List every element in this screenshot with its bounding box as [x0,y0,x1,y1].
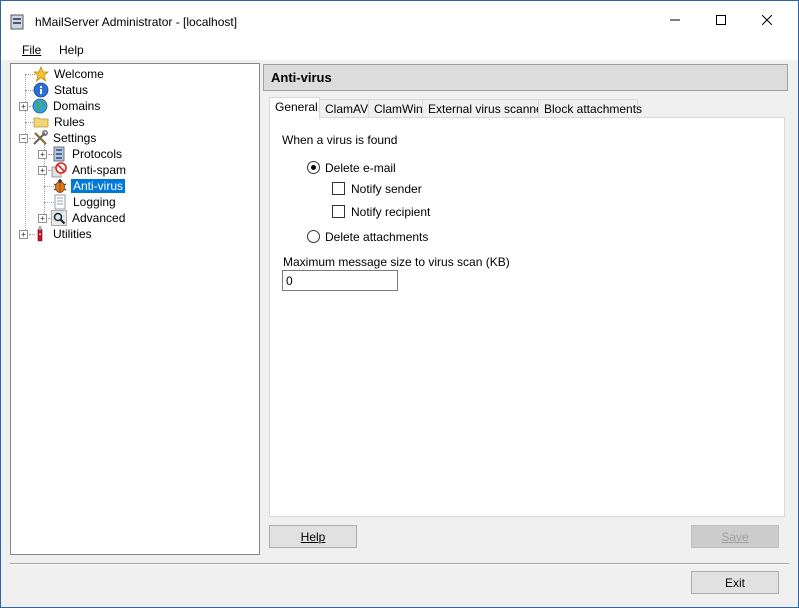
star-icon [33,66,49,82]
magnifier-icon [51,210,67,226]
tab-external-virus-scanner[interactable]: External virus scanner [422,99,547,118]
tree-item-welcome[interactable]: Welcome [33,66,106,82]
tree-item-label: Advanced [72,211,126,225]
delete-email-label[interactable]: Delete e-mail [325,161,396,175]
tab-block-attachments[interactable]: Block attachments [538,99,642,118]
exit-button[interactable]: Exit [691,571,779,594]
expand-icon[interactable]: + [38,149,47,159]
expand-icon[interactable]: + [19,229,28,239]
tree-item-advanced[interactable]: + Advanced [38,210,127,226]
close-button[interactable] [744,1,790,39]
tree-item-label: Domains [53,99,101,113]
tree-item-label: Status [54,83,89,97]
collapse-icon[interactable]: − [19,133,28,143]
tree-item-label: Settings [53,131,97,145]
tree-item-rules[interactable]: Rules [33,114,87,130]
document-icon [54,194,66,210]
tree-item-label: Rules [54,115,85,129]
window-title: hMailServer Administrator - [localhost] [35,15,238,29]
notify-sender-label[interactable]: Notify sender [351,182,422,196]
close-icon [762,15,772,25]
bug-icon [53,179,67,193]
no-entry-icon [51,162,67,178]
tree-item-protocols[interactable]: + Protocols [38,146,124,162]
notify-sender-checkbox[interactable] [332,182,345,195]
tree-item-anti-virus[interactable]: Anti-virus [52,178,126,194]
expand-icon[interactable]: + [38,213,47,223]
knife-icon [37,226,43,242]
tree-item-domains[interactable]: + Domains [19,98,102,114]
expand-icon[interactable]: + [38,165,47,175]
tab-clamwin[interactable]: ClamWin [368,99,423,118]
title-bar[interactable]: hMailServer Administrator - [localhost] [1,1,798,39]
menu-file[interactable]: File [22,43,41,57]
navigation-tree[interactable]: Welcome Status + Domains Rules − Setting… [10,63,260,555]
tab-content-general: When a virus is found Delete e-mail Noti… [269,117,785,517]
minimize-button[interactable] [652,1,698,39]
folder-icon [33,117,49,128]
tree-item-label: Protocols [72,147,123,161]
help-button[interactable]: Help [269,525,357,548]
tab-clamav[interactable]: ClamAV [319,99,369,118]
tools-icon [33,130,48,145]
tree-item-label: Anti-virus [71,179,126,193]
minimize-icon [670,19,680,21]
separator [10,563,789,565]
tree-item-label: Welcome [54,67,104,81]
delete-email-radio[interactable] [307,161,320,174]
notify-recipient-label[interactable]: Notify recipient [351,205,430,219]
menu-help[interactable]: Help [59,43,84,57]
tree-item-logging[interactable]: Logging [52,194,118,210]
app-icon [10,14,24,30]
tree-item-anti-spam[interactable]: + Anti-spam [38,162,128,178]
max-size-input[interactable]: 0 [282,270,398,291]
menu-bar: File Help [1,39,798,61]
globe-icon [32,98,48,114]
panel-title: Anti-virus [271,70,332,85]
delete-attachments-radio[interactable] [307,230,320,243]
info-icon [33,82,49,98]
section-label: When a virus is found [282,133,398,147]
app-window: hMailServer Administrator - [localhost] … [0,0,799,608]
maximize-icon [716,15,726,25]
server-icon [53,146,65,162]
notify-recipient-checkbox[interactable] [332,205,345,218]
delete-attachments-label[interactable]: Delete attachments [325,230,428,244]
tree-item-label: Anti-spam [72,163,127,177]
panel-header: Anti-virus [263,64,788,91]
tree-item-label: Utilities [53,227,92,241]
max-size-label: Maximum message size to virus scan (KB) [283,255,510,269]
menu-file-label: File [22,43,42,57]
tree-item-settings[interactable]: − Settings [19,130,98,146]
save-button[interactable]: Save [691,525,779,548]
maximize-button[interactable] [698,1,744,39]
tree-item-status[interactable]: Status [33,82,90,98]
help-button-label: Help [300,529,326,544]
save-button-label: Save [721,529,749,544]
tree-item-utilities[interactable]: + Utilities [19,226,94,242]
tree-item-label: Logging [73,195,116,209]
tab-general[interactable]: General [269,97,320,119]
expand-icon[interactable]: + [19,101,28,111]
